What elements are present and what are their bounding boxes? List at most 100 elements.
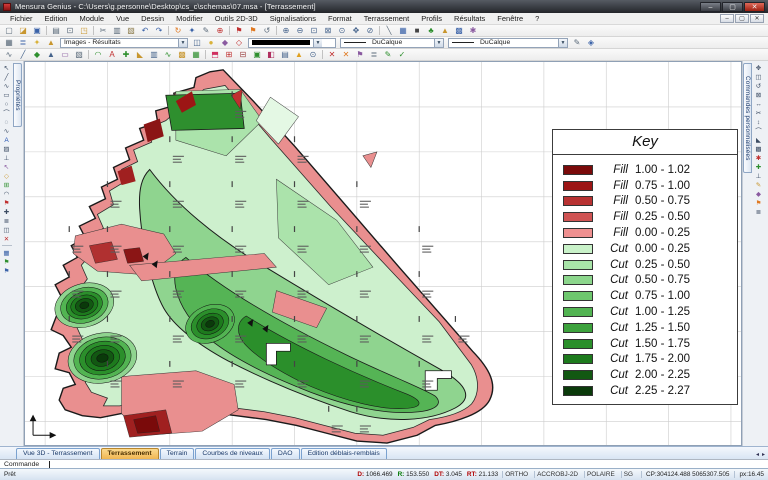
- print-preview-icon[interactable]: ⊡: [63, 25, 77, 36]
- menu-profils[interactable]: Profils: [415, 13, 448, 24]
- layer-freeze-icon[interactable]: ◫: [190, 37, 204, 48]
- chevron-down-icon[interactable]: ▼: [313, 39, 322, 47]
- pencil-green-icon[interactable]: ✎: [381, 49, 395, 60]
- mdi-close-button[interactable]: ✕: [750, 14, 764, 23]
- erase-icon[interactable]: ✕: [1, 234, 13, 243]
- ellipse-icon[interactable]: ◌: [1, 117, 13, 126]
- volume-icon[interactable]: ◧: [264, 49, 278, 60]
- print-icon[interactable]: ▤: [49, 25, 63, 36]
- measure2-icon[interactable]: ⊥: [753, 171, 765, 180]
- zoom-out-icon[interactable]: ⊖: [293, 25, 307, 36]
- zoom-in-icon[interactable]: ⊕: [279, 25, 293, 36]
- chevron-down-icon[interactable]: ▼: [434, 39, 443, 47]
- dimension-icon[interactable]: ⊥: [1, 153, 13, 162]
- color-combo[interactable]: ▼: [248, 38, 336, 48]
- properties-icon[interactable]: ◈: [584, 37, 598, 48]
- zoom-extents-icon[interactable]: ⊠: [321, 25, 335, 36]
- export-icon[interactable]: ✕: [325, 49, 339, 60]
- grid-3d-icon[interactable]: ▩: [175, 49, 189, 60]
- pan-icon[interactable]: ✥: [349, 25, 363, 36]
- wizard-icon[interactable]: ⚑: [353, 49, 367, 60]
- new-file-icon[interactable]: ▢: [2, 25, 16, 36]
- info-icon[interactable]: ✦: [185, 25, 199, 36]
- chevron-down-icon[interactable]: ▼: [178, 39, 187, 47]
- zoom-realtime-icon[interactable]: ⊘: [363, 25, 377, 36]
- import-icon[interactable]: ◳: [77, 25, 91, 36]
- array-icon[interactable]: ▩: [753, 144, 765, 153]
- status-mode-polaire[interactable]: POLAIRE: [584, 471, 617, 478]
- contour-icon[interactable]: ◠: [91, 49, 105, 60]
- camera-icon[interactable]: ⊙: [306, 49, 320, 60]
- tab-scroll-right-icon[interactable]: ▸: [762, 451, 768, 459]
- mdi-minimize-button[interactable]: –: [720, 14, 734, 23]
- tab-courbes-de-niveaux[interactable]: Courbes de niveaux: [195, 448, 269, 459]
- triangulation-icon[interactable]: ▲: [44, 49, 58, 60]
- copy-icon[interactable]: ▥: [110, 25, 124, 36]
- labels-icon[interactable]: A: [105, 49, 119, 60]
- layer-combo[interactable]: Images - Résultats ▼: [60, 38, 188, 48]
- maximize-button[interactable]: ▢: [722, 2, 743, 12]
- line-icon[interactable]: ╱: [1, 72, 13, 81]
- paint-icon[interactable]: ✎: [753, 180, 765, 189]
- menu-modifier[interactable]: Modifier: [170, 13, 209, 24]
- stretch-icon[interactable]: ↔: [753, 99, 765, 108]
- purge-icon[interactable]: ✕: [339, 49, 353, 60]
- polyline-icon[interactable]: ∿: [1, 81, 13, 90]
- profile-icon[interactable]: ∿: [161, 49, 175, 60]
- flag-red-icon[interactable]: ⚑: [232, 25, 246, 36]
- vegetation-icon[interactable]: ♣: [424, 25, 438, 36]
- layer-lock-icon[interactable]: ◆: [218, 37, 232, 48]
- rotate-icon[interactable]: ↺: [260, 25, 274, 36]
- insert-icon[interactable]: ⊞: [1, 180, 13, 189]
- cut-region-dark-block[interactable]: [166, 93, 244, 130]
- zoom-window-icon[interactable]: ⊡: [307, 25, 321, 36]
- target-icon[interactable]: ⊕: [213, 25, 227, 36]
- road-icon[interactable]: ⊞: [222, 49, 236, 60]
- boundary-icon[interactable]: ▭: [58, 49, 72, 60]
- table-icon[interactable]: ▦: [2, 37, 16, 48]
- notes-small-icon[interactable]: ⚑: [1, 257, 13, 266]
- arc-icon[interactable]: ⌒: [1, 108, 13, 117]
- chevron-down-icon[interactable]: ▼: [558, 39, 567, 47]
- match-properties-icon[interactable]: ✎: [570, 37, 584, 48]
- warning-icon[interactable]: ▲: [292, 49, 306, 60]
- report-icon[interactable]: ▤: [278, 49, 292, 60]
- rectangle-icon[interactable]: ▭: [1, 90, 13, 99]
- menu--[interactable]: ?: [529, 13, 545, 24]
- drawing-canvas[interactable]: Key Fill1.00 - 1.02Fill0.75 - 1.00Fill0.…: [24, 61, 742, 446]
- status-mode-accrobj-2d[interactable]: ACCROBJ-2D: [534, 471, 580, 478]
- chamfer-icon[interactable]: ◣: [753, 135, 765, 144]
- platform-icon[interactable]: ⬒: [208, 49, 222, 60]
- screen-icon[interactable]: ■: [410, 25, 424, 36]
- menu-module[interactable]: Module: [73, 13, 110, 24]
- block-icon[interactable]: ◇: [1, 171, 13, 180]
- close-button[interactable]: ✕: [744, 2, 765, 12]
- mdi-restore-button[interactable]: ▢: [735, 14, 749, 23]
- fillet-icon[interactable]: ⌒: [753, 126, 765, 135]
- layer-color-icon[interactable]: ◇: [232, 37, 246, 48]
- points-icon[interactable]: ∿: [2, 49, 16, 60]
- polyline-icon[interactable]: ╱: [16, 49, 30, 60]
- cloud-icon[interactable]: ◠: [1, 189, 13, 198]
- rotate-obj-icon[interactable]: ↺: [753, 81, 765, 90]
- command-line[interactable]: Commande: [0, 459, 768, 468]
- status-mode-ortho[interactable]: ORTHO: [502, 471, 530, 478]
- macro-icon[interactable]: ⚑: [753, 198, 765, 207]
- eyedrop-icon[interactable]: ◆: [753, 189, 765, 198]
- offset-icon[interactable]: ≣: [1, 216, 13, 225]
- scale-icon[interactable]: ⊠: [753, 90, 765, 99]
- layer-up-icon[interactable]: ▲: [44, 37, 58, 48]
- lineweight-combo[interactable]: DuCalque ▼: [340, 38, 444, 48]
- tab-dao[interactable]: DAO: [271, 448, 300, 459]
- point-icon[interactable]: ✚: [1, 207, 13, 216]
- mesh-icon[interactable]: ▦: [189, 49, 203, 60]
- settings-icon[interactable]: ✱: [466, 25, 480, 36]
- tab-vue-3d-terrassement[interactable]: Vue 3D - Terrassement: [16, 448, 100, 459]
- section-icon[interactable]: ▥: [147, 49, 161, 60]
- select-icon[interactable]: ↖: [1, 63, 13, 72]
- layer-on-icon[interactable]: ●: [204, 37, 218, 48]
- draw-line-icon[interactable]: ╲: [382, 25, 396, 36]
- paste-icon[interactable]: ▧: [124, 25, 138, 36]
- tab-terrain[interactable]: Terrain: [160, 448, 195, 459]
- copy-obj-icon[interactable]: ◫: [753, 72, 765, 81]
